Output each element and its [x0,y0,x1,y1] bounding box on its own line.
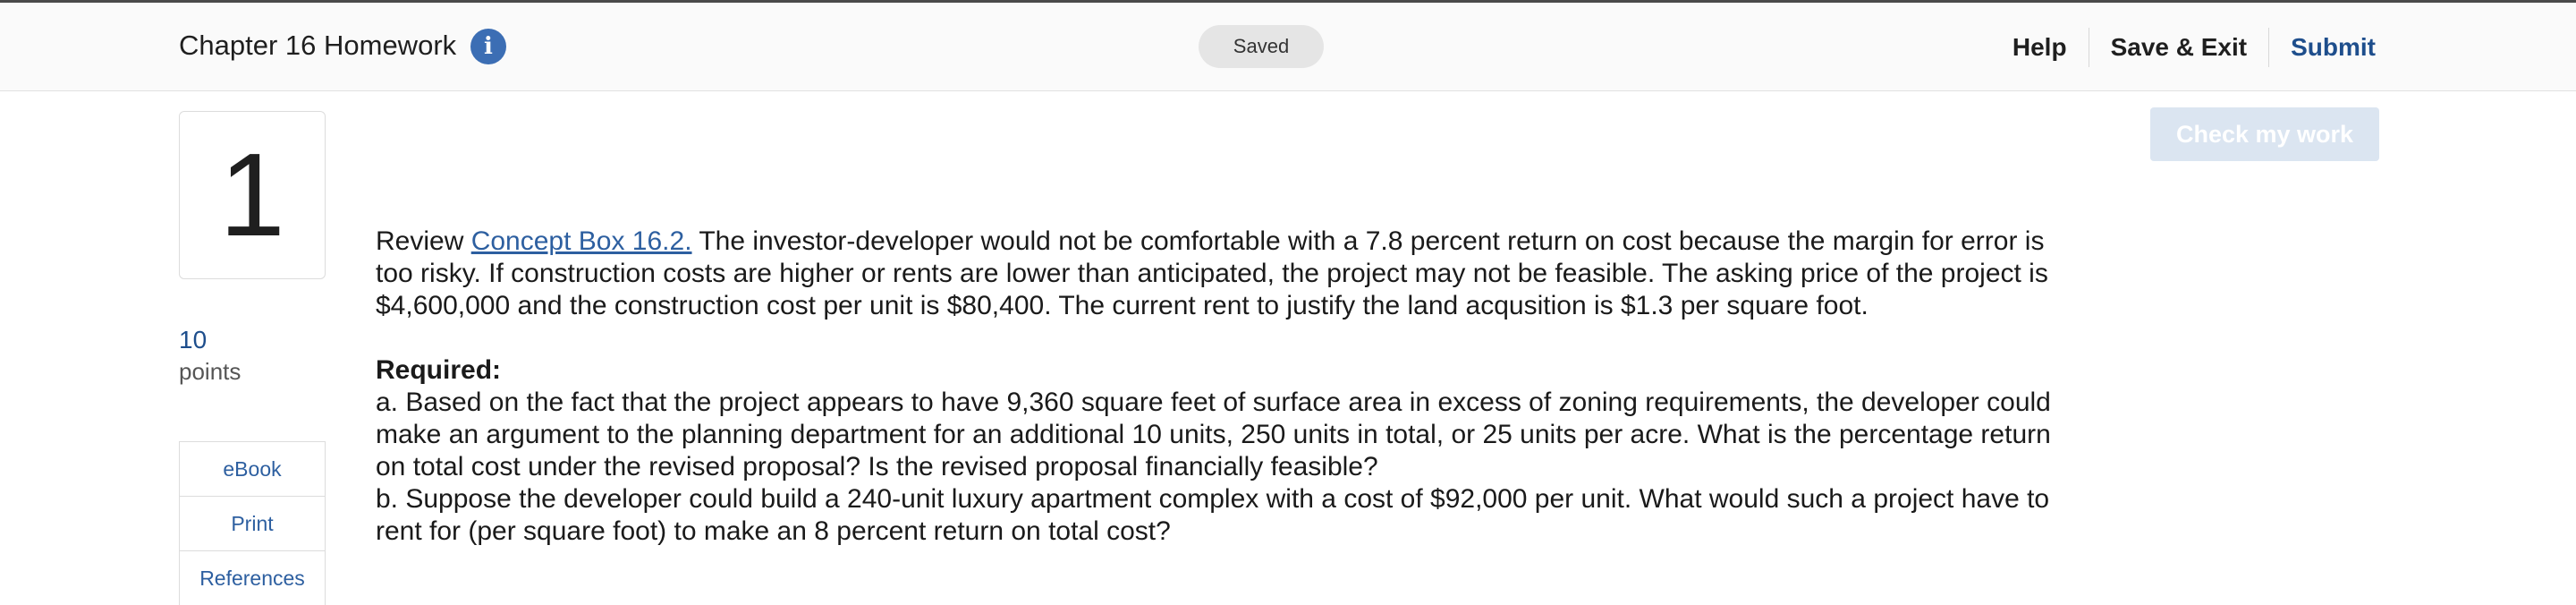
assignment-title: Chapter 16 Homework [179,30,457,61]
saved-status-badge: Saved [1199,25,1324,68]
ebook-link[interactable]: eBook [180,442,325,497]
question-body: Review Concept Box 16.2. The investor-de… [376,226,2057,548]
check-my-work-button[interactable]: Check my work [2150,107,2379,161]
intro-prefix: Review [376,226,471,256]
info-icon[interactable]: i [470,29,506,64]
points-value: 10 [179,326,208,354]
question-intro: Review Concept Box 16.2. The investor-de… [376,226,2057,322]
header-nav: Help Save & Exit Submit [1991,26,2376,69]
header-bar: Chapter 16 Homework i Saved Help Save & … [0,0,2576,91]
submit-link[interactable]: Submit [2269,26,2376,69]
question-number: 1 [179,111,326,279]
part-a-text: a. Based on the fact that the project ap… [376,388,2051,481]
references-link[interactable]: References [180,551,325,605]
print-link[interactable]: Print [180,497,325,551]
save-exit-link[interactable]: Save & Exit [2089,26,2269,69]
homework-page: Chapter 16 Homework i Saved Help Save & … [0,0,2576,605]
resource-links: eBook Print References [179,441,326,605]
part-b-text: b. Suppose the developer could build a 2… [376,484,2050,546]
concept-box-link[interactable]: Concept Box 16.2. [471,226,692,256]
points-label: points [179,358,242,385]
required-label: Required: [376,355,502,385]
required-section: Required: a. Based on the fact that the … [376,354,2057,548]
help-link[interactable]: Help [1991,26,2089,69]
